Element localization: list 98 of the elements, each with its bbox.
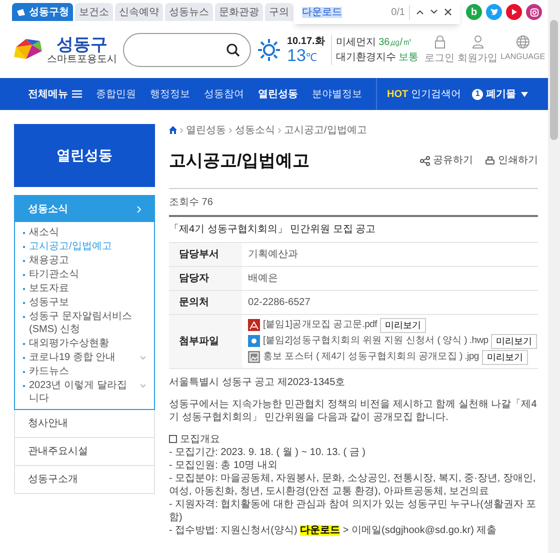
all-menu-button[interactable]: 전체메뉴 — [28, 86, 82, 102]
table-label: 담당부서 — [169, 242, 242, 266]
sidebar-menu-item[interactable]: 관내주요시설 — [14, 438, 155, 466]
sidebar-item[interactable]: 타기관소식 — [29, 268, 146, 281]
logo-slogan: 스마트포용도시 — [47, 54, 117, 64]
nav-item[interactable]: 분야별정보 — [312, 86, 362, 102]
body-line: - 모집분야: 마을공동체, 자원봉사, 문화, 소상공인, 전통시장, 복지, 중·장년, 장애인, 여성, 아동친화, 청년, 도시환경(안전 교통 환경), 아파트공동체, 보건의료 — [169, 472, 537, 498]
body-line: - 접수방법: 지원신청서(양식) 다운로드 > 이메일(sdgjhook@sd.go.kr) 제출 — [169, 524, 498, 536]
page-title: 고시공고/입법예고 — [169, 150, 310, 172]
site-tab[interactable]: 성동뉴스 — [165, 3, 213, 21]
sidebar-title: 열린성동 — [14, 124, 155, 187]
site-tab[interactable]: 문화관광 — [215, 3, 263, 21]
sidebar-menu-item[interactable]: 청사안내 — [14, 410, 155, 438]
table-label: 담당자 — [169, 266, 242, 290]
sidebar-item[interactable]: 성동구 문자알림서비스(SMS) 신청 — [29, 310, 146, 336]
body-paragraph: 성동구에서는 지속가능한 민관협치 정책의 비전을 제시하고 함께 실천해 나갈「제4기 성동구협치회의」 민간위원을 다음과 같이 공개모집 합니다. — [169, 398, 538, 424]
close-icon[interactable] — [444, 8, 452, 16]
site-tab[interactable]: 성동구청 — [12, 3, 73, 21]
sidebar-item[interactable]: 채용공고 — [29, 254, 146, 267]
up-icon[interactable] — [416, 9, 424, 15]
sidebar-item[interactable]: 코로나19 종합 안내 — [29, 351, 136, 364]
preview-button[interactable]: 미리보기 — [380, 318, 426, 332]
sidebar-item[interactable]: 2023년 이렇게 달라집니다 — [29, 379, 136, 405]
search-field[interactable] — [123, 33, 251, 67]
view-count: 조회수 76 — [169, 194, 538, 216]
header-link[interactable]: 로그인 — [424, 34, 455, 66]
logo-text: 성동구 — [56, 36, 108, 54]
sidebar-item[interactable]: 대외평가수상현황 — [29, 337, 146, 350]
scrollbar[interactable] — [548, 0, 560, 553]
home-icon[interactable] — [169, 126, 177, 134]
chevron-icon — [278, 128, 281, 132]
down-icon[interactable] — [430, 9, 438, 15]
toolbar-button[interactable]: 공유하기 — [420, 153, 473, 168]
sidebar-menu-item[interactable]: 성동구소개 — [14, 466, 155, 494]
search-icon — [226, 43, 240, 57]
file-link[interactable]: [붙임2]성동구협치회의 위원 지원 신청서 ( 양식 ) .hwp — [263, 334, 488, 348]
table-cell-text: 배예은 — [247, 272, 279, 286]
bird-icon[interactable] — [486, 4, 502, 20]
sidebar-item[interactable]: 보도자료 — [29, 282, 146, 295]
nav-item[interactable]: 열린성동 — [258, 86, 298, 102]
popular-search-label: 인기검색어 — [411, 88, 462, 102]
chevron-icon — [180, 128, 183, 132]
site-tab[interactable]: 신속예약 — [115, 3, 163, 21]
scrollbar-thumb[interactable] — [550, 20, 558, 140]
body-line: - 모집기간: 2023. 9. 18. ( 월 ) ~ 10. 13. ( 금 ) — [169, 446, 366, 458]
site-tab[interactable]: 보건소 — [75, 3, 113, 21]
table-label: 첨부파일 — [169, 314, 242, 368]
nav-item[interactable]: 행정정보 — [150, 86, 190, 102]
air-quality-reading: 대기환경지수 보통 — [336, 51, 419, 65]
match-count: 0/1 — [391, 4, 410, 20]
body-line: - 모집인원: 총 10명 내외 — [169, 458, 278, 472]
header-link[interactable]: 회원가입 — [458, 34, 498, 66]
temperature: 13℃ — [287, 46, 317, 64]
sidebar-item[interactable]: 카드뉴스 — [29, 365, 146, 378]
hot-label: HOT — [387, 88, 408, 102]
fine-dust-reading: 미세먼지 36㎍/㎥ — [336, 36, 414, 50]
play-icon[interactable] — [506, 4, 522, 20]
person-icon — [472, 34, 484, 48]
find-field[interactable]: 다운로드 — [302, 4, 386, 20]
checkbox-icon — [169, 435, 177, 443]
nav-item[interactable]: 종합민원 — [96, 86, 136, 102]
preview-button[interactable]: 미리보기 — [482, 350, 528, 364]
file-link[interactable]: 홍보 포스터 ( 제4기 성동구협치회의 공개모집 ) .jpg — [263, 350, 479, 364]
sidebar-item[interactable]: 성동구보 — [29, 296, 146, 309]
printer-icon — [485, 156, 495, 166]
file-link[interactable]: [붙임1]공개모집 공고문.pdf — [263, 318, 377, 332]
table-cell-text: 02-2286-6527 — [247, 296, 312, 310]
weather-date: 10.17.화 — [287, 36, 325, 46]
image-icon — [248, 351, 260, 363]
breadcrumb-link[interactable]: 성동소식 — [235, 122, 275, 138]
camera-icon[interactable] — [526, 4, 542, 20]
pdf-icon — [248, 319, 260, 331]
caret-icon[interactable] — [521, 92, 528, 96]
sun-icon — [257, 38, 281, 62]
logo-icon — [16, 8, 26, 16]
popular-search-term[interactable]: 폐기물 — [486, 86, 516, 102]
body-line: - 지원자격: 협치활동에 대한 관심과 참여 의지가 있는 성동구민 누구나(생활권자 포함) — [169, 498, 538, 524]
site-tab[interactable]: 구의 — [265, 3, 293, 21]
document-icon — [248, 335, 260, 347]
header-link[interactable]: LANGUAGE — [500, 34, 546, 66]
toolbar-button[interactable]: 인쇄하기 — [485, 153, 538, 168]
globe-icon — [516, 34, 530, 48]
table-cell-text: 기획예산과 — [247, 248, 299, 262]
lock-icon — [434, 34, 446, 48]
breadcrumb-link[interactable]: 열린성동 — [186, 122, 226, 138]
sidebar-item[interactable]: 새소식 — [29, 226, 146, 239]
body-heading: 모집개요 — [180, 432, 220, 446]
preview-button[interactable]: 미리보기 — [491, 334, 538, 348]
table-label: 문의처 — [169, 290, 242, 314]
share-icon — [420, 156, 430, 166]
body-paragraph: 서울특별시 성동구 공고 제2023-1345호 — [169, 376, 346, 388]
chevron-icon — [137, 206, 141, 212]
nav-item[interactable]: 성동참여 — [204, 86, 244, 102]
breadcrumb-link[interactable]: 고시공고/입법예고 — [284, 122, 367, 138]
menu-icon — [72, 90, 82, 98]
rank-badge: 1 — [472, 88, 484, 100]
chevron-icon — [229, 128, 232, 132]
post-title: 「제4기 성동구협치회의」 민간위원 모집 공고 — [169, 216, 538, 242]
